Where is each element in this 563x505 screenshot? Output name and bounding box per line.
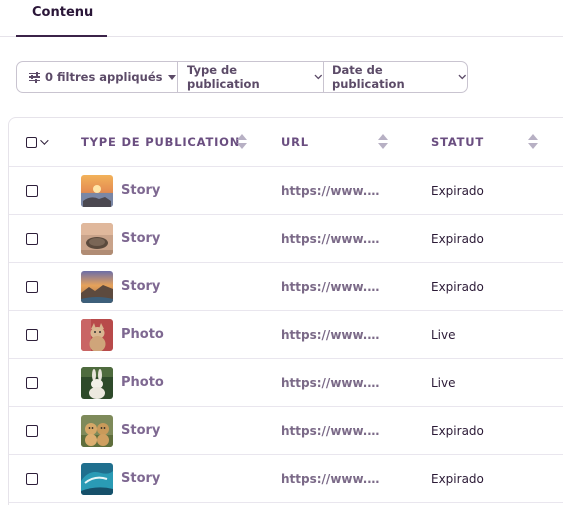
status-text: Expirado <box>431 231 484 246</box>
status-text: Live <box>431 327 456 342</box>
publication-type[interactable]: Photo <box>121 327 164 342</box>
table-row[interactable]: Story https://www.i… Expirado <box>9 455 563 503</box>
row-checkbox[interactable] <box>26 184 38 197</box>
publication-url[interactable]: https://www.i… <box>281 328 381 342</box>
publication-type[interactable]: Photo <box>121 375 164 390</box>
status-text: Expirado <box>431 279 484 294</box>
applied-filters-dropdown[interactable]: 0 filtres appliqués <box>17 62 177 92</box>
sort-type-icon[interactable] <box>237 134 247 150</box>
type-filter-dropdown[interactable]: Type de publication <box>177 62 323 92</box>
status-text: Expirado <box>431 423 484 438</box>
status-text: Expirado <box>431 471 484 486</box>
publication-type[interactable]: Story <box>121 231 160 246</box>
select-all-checkbox[interactable] <box>26 136 37 148</box>
publication-url[interactable]: https://www.i… <box>281 232 381 246</box>
rabbit-thumbnail[interactable] <box>81 366 113 399</box>
chevron-down-icon <box>458 74 467 80</box>
filter-sliders-icon <box>29 71 40 83</box>
filter-bar: 0 filtres appliqués Type de publication … <box>16 61 468 93</box>
table-row[interactable]: Photo https://www.i… Live <box>9 359 563 407</box>
publication-url[interactable]: https://www.i… <box>281 472 381 486</box>
publication-url[interactable]: https://www.i… <box>281 376 381 390</box>
sunset-beach-thumbnail[interactable] <box>81 174 113 207</box>
tab-contenu-label: Contenu <box>32 5 94 20</box>
column-header-status-label: STATUT <box>431 135 485 149</box>
publication-url[interactable]: https://www.i… <box>281 280 381 294</box>
publication-type[interactable]: Story <box>121 279 160 294</box>
date-filter-label: Date de publication <box>332 63 405 91</box>
applied-filters-label: 0 filtres appliqués <box>45 70 163 84</box>
row-checkbox[interactable] <box>26 472 38 485</box>
caret-down-icon <box>168 74 177 80</box>
kitten-thumbnail[interactable] <box>81 318 113 351</box>
status-text: Expirado <box>431 183 484 198</box>
publication-type[interactable]: Story <box>121 183 160 198</box>
publication-type[interactable]: Story <box>121 423 160 438</box>
active-tab-indicator <box>16 35 107 37</box>
table-row[interactable]: Story https://www.i… Expirado <box>9 215 563 263</box>
row-checkbox[interactable] <box>26 232 38 245</box>
table-row[interactable]: Story https://www.i… Expirado <box>9 263 563 311</box>
row-checkbox[interactable] <box>26 376 38 389</box>
sort-status-icon[interactable] <box>528 134 538 150</box>
column-header-type-label: TYPE DE PUBLICATION <box>81 135 241 149</box>
row-checkbox[interactable] <box>26 328 38 341</box>
table-header-row: TYPE DE PUBLICATION URL STATUT <box>9 118 563 167</box>
row-checkbox[interactable] <box>26 280 38 293</box>
publication-url[interactable]: https://www.i… <box>281 184 381 198</box>
chevron-down-icon[interactable] <box>40 136 49 145</box>
tab-bar: Contenu <box>0 0 563 37</box>
turtle-beach-thumbnail[interactable] <box>81 222 113 255</box>
row-checkbox[interactable] <box>26 424 38 437</box>
coastal-cliff-thumbnail[interactable] <box>81 270 113 303</box>
ocean-wave-thumbnail[interactable] <box>81 462 113 495</box>
column-header-url-label: URL <box>281 135 309 149</box>
publication-url[interactable]: https://www.i… <box>281 424 381 438</box>
sort-url-icon[interactable] <box>378 134 388 150</box>
chevron-down-icon <box>314 74 323 80</box>
table-row[interactable]: Photo https://www.i… Live <box>9 311 563 359</box>
column-header-url[interactable]: URL <box>281 118 391 166</box>
column-header-status[interactable]: STATUT <box>431 118 484 166</box>
status-text: Live <box>431 375 456 390</box>
select-all-control[interactable] <box>26 118 49 166</box>
puppies-thumbnail[interactable] <box>81 414 113 447</box>
date-filter-dropdown[interactable]: Date de publication <box>323 62 467 92</box>
column-header-type[interactable]: TYPE DE PUBLICATION <box>81 118 240 166</box>
table-row[interactable]: Story https://www.i… Expirado <box>9 167 563 215</box>
table-row[interactable]: Story https://www.i… Expirado <box>9 407 563 455</box>
tab-contenu[interactable]: Contenu <box>16 0 107 37</box>
publication-type[interactable]: Story <box>121 471 160 486</box>
content-table: TYPE DE PUBLICATION URL STATUT Story htt… <box>8 117 563 505</box>
type-filter-label: Type de publication <box>187 63 260 91</box>
